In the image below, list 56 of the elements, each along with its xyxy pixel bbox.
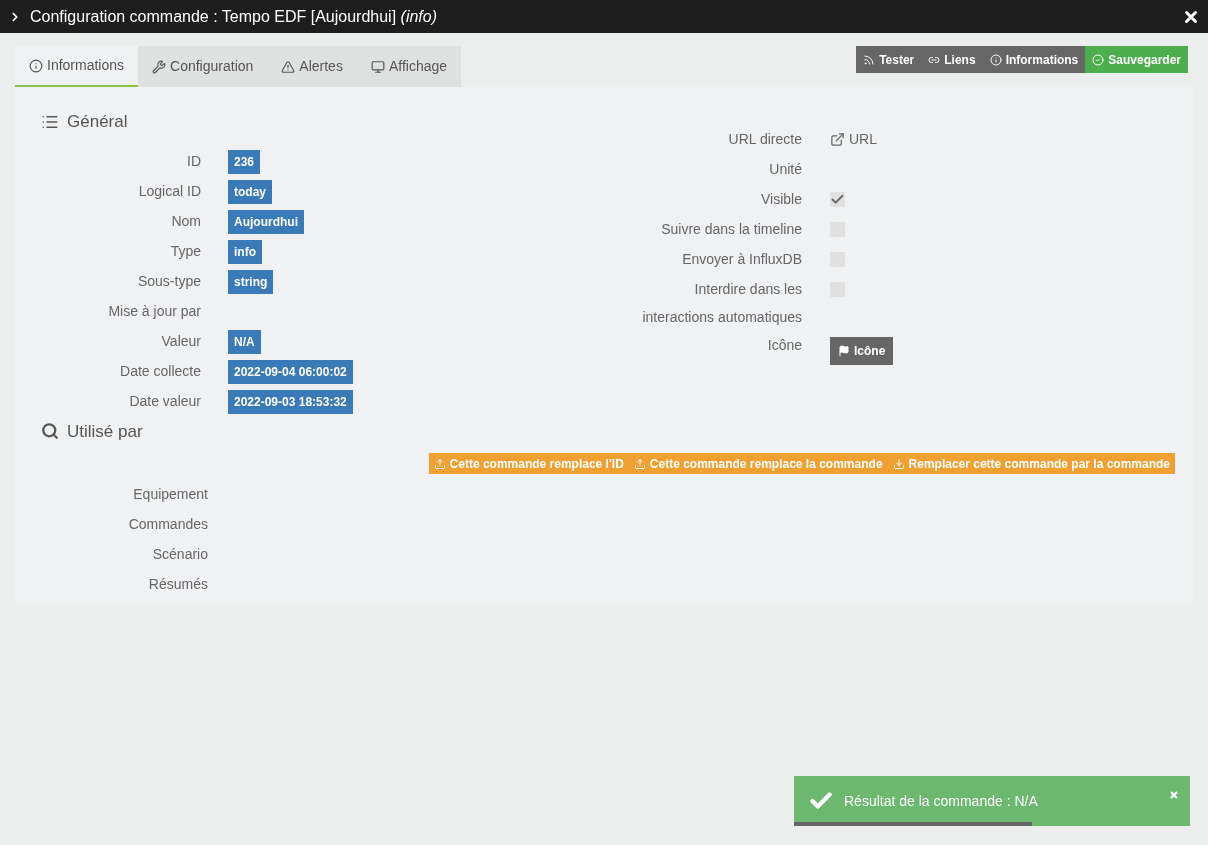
field-label: Suivre dans la timeline bbox=[660, 220, 802, 239]
field-label: Valeur bbox=[160, 332, 201, 351]
upload-icon bbox=[633, 457, 646, 470]
rss-icon bbox=[863, 53, 876, 66]
field-label: Date valeur bbox=[128, 392, 201, 411]
field-label: Scénario bbox=[151, 544, 208, 564]
info-icon bbox=[989, 53, 1002, 66]
value-badge: today bbox=[228, 179, 272, 204]
checkbox[interactable] bbox=[830, 191, 845, 207]
monitor-icon bbox=[370, 59, 385, 74]
toolbar-button[interactable]: Informations bbox=[982, 46, 1086, 73]
section-title: Général bbox=[67, 111, 128, 133]
field-label: Envoyer à InfluxDB bbox=[681, 250, 802, 269]
field-label: Logical ID bbox=[137, 182, 201, 201]
value-badge: 236 bbox=[228, 149, 261, 174]
warning-icon bbox=[281, 59, 296, 74]
url-link[interactable]: URL bbox=[830, 128, 877, 150]
tab[interactable]: Alertes bbox=[267, 46, 357, 87]
field-label: Unité bbox=[768, 160, 802, 179]
toolbar-button[interactable]: Liens bbox=[921, 46, 983, 73]
check-circle-icon bbox=[1092, 53, 1105, 66]
field-label: Equipement bbox=[132, 484, 208, 504]
download-icon bbox=[892, 457, 905, 470]
field-label: Mise à jour par bbox=[107, 302, 201, 321]
field-label: Icône bbox=[766, 336, 802, 355]
upload-icon bbox=[433, 457, 446, 470]
field-label: Visible bbox=[760, 190, 802, 209]
icon-button[interactable]: Icône bbox=[830, 337, 894, 365]
tab[interactable]: Informations bbox=[15, 46, 139, 87]
field-label: Type bbox=[169, 242, 201, 261]
toolbar-button[interactable]: Tester bbox=[856, 46, 922, 73]
close-icon[interactable] bbox=[1169, 790, 1179, 800]
value-badge: info bbox=[228, 239, 262, 264]
external-link-icon bbox=[830, 131, 845, 147]
info-icon bbox=[29, 58, 43, 73]
tab[interactable]: Configuration bbox=[138, 46, 268, 87]
toast-message: Résultat de la commande : N/A bbox=[844, 791, 1038, 811]
flag-icon bbox=[838, 345, 850, 357]
field-label: Résumés bbox=[147, 574, 208, 594]
field-label: Sous-type bbox=[136, 272, 201, 291]
field-label: Date collecte bbox=[119, 362, 201, 381]
value-badge: string bbox=[228, 269, 274, 294]
field-label: Interdire dans les interactions automatiques bbox=[642, 280, 802, 327]
field-label: URL directe bbox=[727, 130, 802, 149]
search-icon bbox=[41, 422, 59, 441]
value-badge: 2022-09-04 06:00:02 bbox=[228, 359, 353, 384]
field-label: Nom bbox=[170, 212, 201, 231]
tab[interactable]: Affichage bbox=[356, 46, 462, 87]
value-badge: N/A bbox=[228, 329, 261, 354]
field-label: Commandes bbox=[127, 514, 208, 534]
value-badge: Aujourdhui bbox=[228, 209, 304, 234]
wrench-icon bbox=[152, 59, 167, 74]
value-badge: 2022-09-03 18:53:32 bbox=[228, 389, 353, 414]
field-label: ID bbox=[186, 152, 201, 171]
section-title: Utilisé par bbox=[67, 420, 143, 443]
window-title: Configuration commande : Tempo EDF [Aujourdhui] (info) bbox=[30, 6, 437, 27]
